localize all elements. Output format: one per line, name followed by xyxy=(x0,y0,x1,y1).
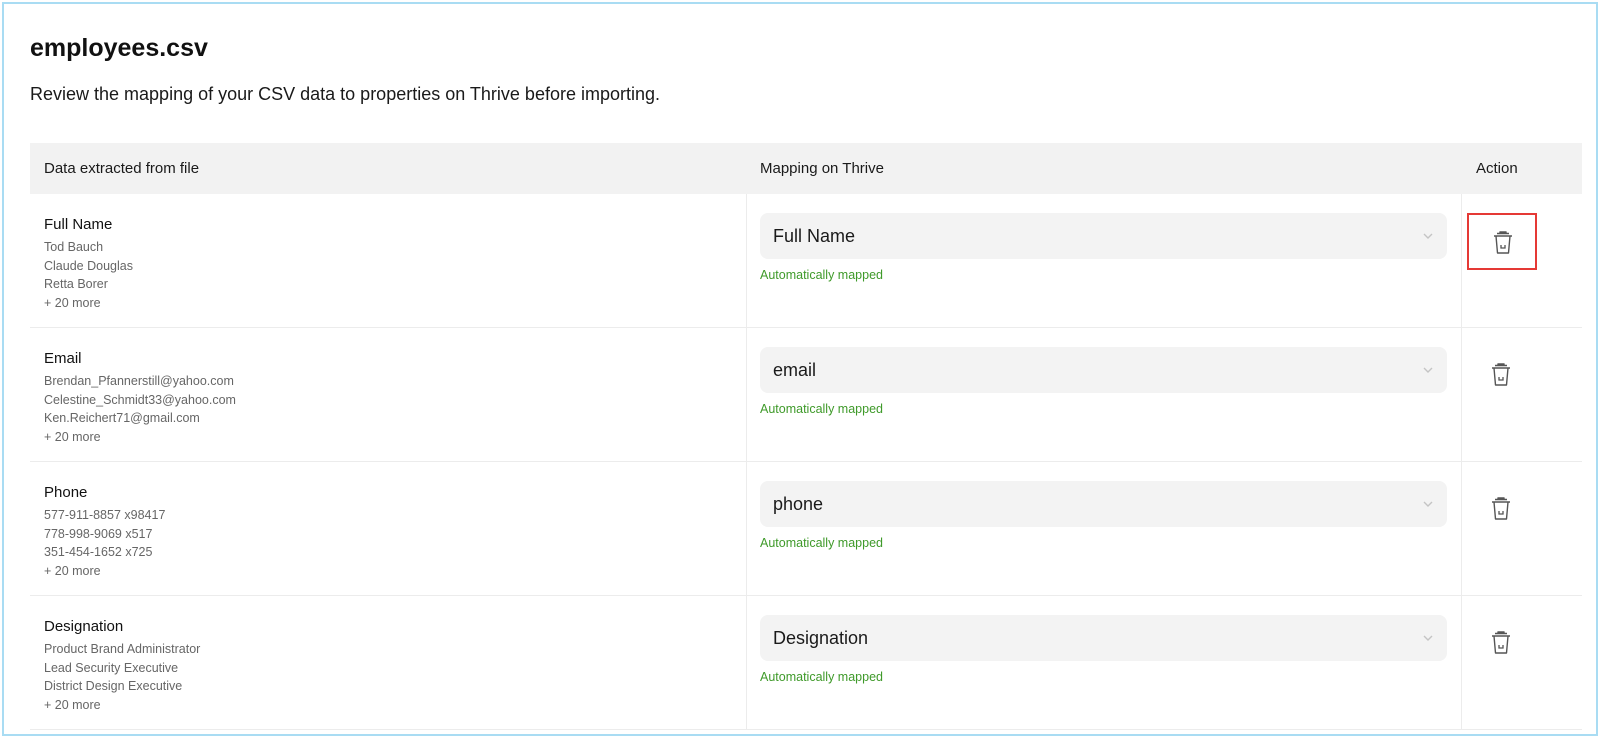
action-cell xyxy=(1467,347,1537,404)
page-title: employees.csv xyxy=(30,34,208,62)
trash-icon[interactable] xyxy=(1490,363,1512,387)
header-action: Action xyxy=(1476,160,1518,177)
sample-value: Celestine_Schmidt33@yahoo.com xyxy=(44,392,236,407)
field-name: Full Name xyxy=(44,216,113,233)
field-name: Phone xyxy=(44,484,88,501)
chevron-down-icon xyxy=(1423,501,1433,507)
page-subtitle: Review the mapping of your CSV data to p… xyxy=(30,84,660,104)
column-divider xyxy=(1461,194,1462,327)
mapping-status: Automatically mapped xyxy=(760,402,883,416)
mapping-select-value: Full Name xyxy=(773,226,856,246)
sample-value: Ken.Reichert71@gmail.com xyxy=(44,411,200,425)
column-divider xyxy=(746,328,747,461)
sample-values: Brendan_Pfannerstill@yahoo.com Celestine… xyxy=(44,372,236,446)
sample-value: Brendan_Pfannerstill@yahoo.com xyxy=(44,374,234,388)
mapping-status: Automatically mapped xyxy=(760,670,883,684)
sample-value: Claude Douglas xyxy=(44,258,133,273)
field-name: Designation xyxy=(44,618,124,635)
sample-values: Tod Bauch Claude Douglas Retta Borer + 2… xyxy=(44,238,133,312)
sample-values: Product Brand Administrator Lead Securit… xyxy=(44,640,200,714)
table-row: Phone 577-911-8857 x98417 778-998-9069 x… xyxy=(30,462,1582,596)
mapping-status: Automatically mapped xyxy=(760,268,883,282)
action-cell xyxy=(1467,481,1537,538)
header-data-extracted: Data extracted from file xyxy=(44,160,200,177)
sample-value: Retta Borer xyxy=(44,277,108,291)
table-row: Full Name Tod Bauch Claude Douglas Retta… xyxy=(30,194,1582,328)
mapping-select[interactable]: email xyxy=(760,347,1447,393)
sample-values: 577-911-8857 x98417 778-998-9069 x517 35… xyxy=(44,506,165,580)
action-cell xyxy=(1467,615,1537,672)
chevron-down-icon xyxy=(1423,367,1433,373)
column-divider xyxy=(1461,596,1462,729)
mapping-table: Data extracted from file Mapping on Thri… xyxy=(30,143,1582,730)
chevron-down-icon xyxy=(1423,233,1433,239)
sample-value: 577-911-8857 x98417 xyxy=(44,508,166,522)
table-row: Email Brendan_Pfannerstill@yahoo.com Cel… xyxy=(30,328,1582,462)
header-mapping: Mapping on Thrive xyxy=(760,160,884,177)
more-count: + 20 more xyxy=(44,697,101,712)
more-count: + 20 more xyxy=(44,429,101,444)
trash-icon[interactable] xyxy=(1490,631,1512,655)
sample-value: District Design Executive xyxy=(44,679,183,693)
column-divider xyxy=(1461,328,1462,461)
mapping-select[interactable]: Designation xyxy=(760,615,1447,661)
more-count: + 20 more xyxy=(44,295,101,310)
mapping-select[interactable]: phone xyxy=(760,481,1447,527)
column-divider xyxy=(746,194,747,327)
table-row: Designation Product Brand Administrator … xyxy=(30,596,1582,730)
column-divider xyxy=(1461,462,1462,595)
mapping-status: Automatically mapped xyxy=(760,536,883,550)
import-review-panel: employees.csv Review the mapping of your… xyxy=(2,2,1598,736)
sample-value: Lead Security Executive xyxy=(44,660,179,675)
mapping-select-value: email xyxy=(773,360,817,380)
mapping-select[interactable]: Full Name xyxy=(760,213,1447,259)
action-cell xyxy=(1467,213,1537,270)
trash-icon[interactable] xyxy=(1492,231,1514,255)
sample-value: 778-998-9069 x517 xyxy=(44,526,153,541)
column-divider xyxy=(746,462,747,595)
field-name: Email xyxy=(44,350,82,367)
trash-icon[interactable] xyxy=(1490,497,1512,521)
column-divider xyxy=(746,596,747,729)
table-header: Data extracted from file Mapping on Thri… xyxy=(30,143,1582,194)
mapping-select-value: phone xyxy=(773,494,824,514)
more-count: + 20 more xyxy=(44,563,101,578)
sample-value: Tod Bauch xyxy=(44,240,104,254)
mapping-select-value: Designation xyxy=(773,628,869,648)
sample-value: 351-454-1652 x725 xyxy=(44,545,153,559)
sample-value: Product Brand Administrator xyxy=(44,642,201,656)
chevron-down-icon xyxy=(1423,635,1433,641)
